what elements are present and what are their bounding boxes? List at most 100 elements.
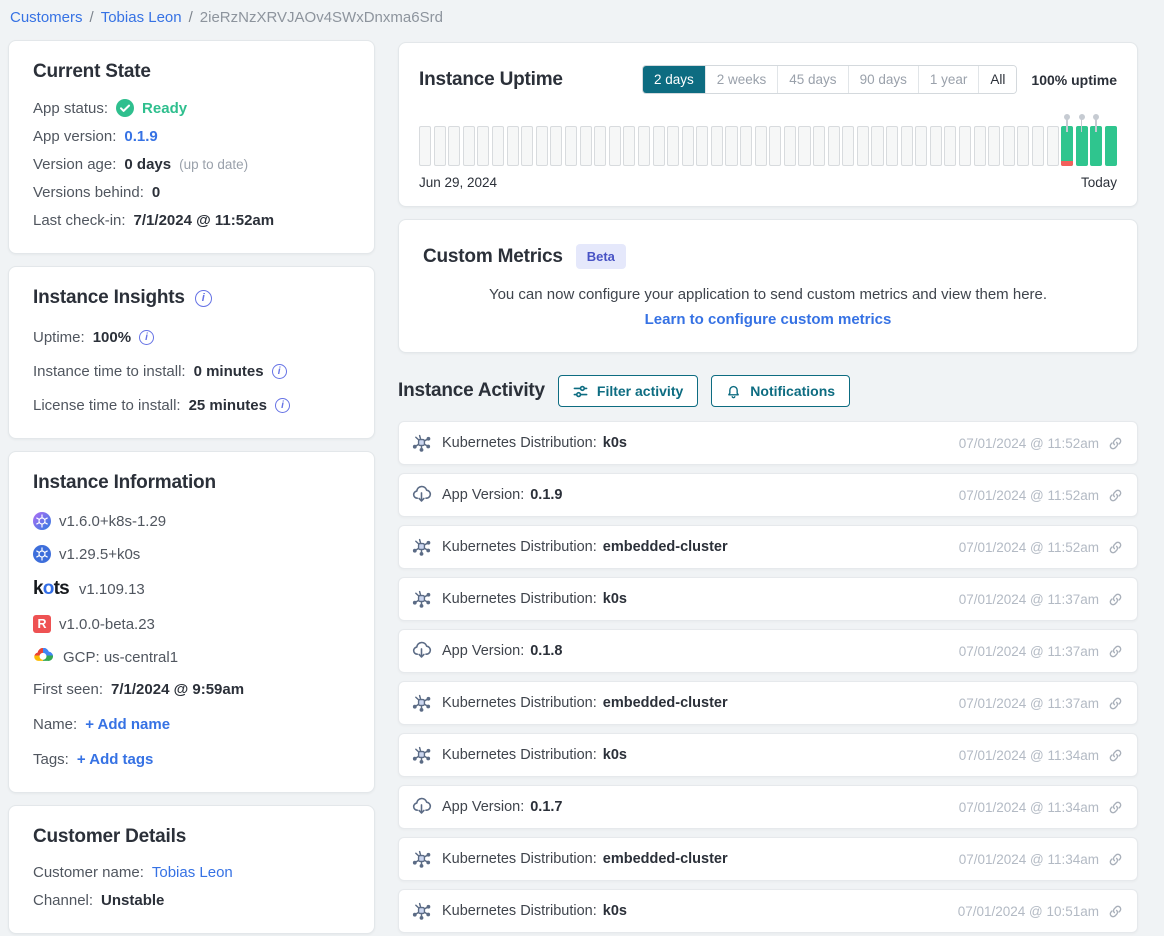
uptime-bar[interactable] bbox=[915, 126, 927, 166]
activity-row[interactable]: App Version: 0.1.9 07/01/2024 @ 11:52am bbox=[398, 473, 1138, 517]
app-status-label: App status: bbox=[33, 100, 108, 117]
uptime-bar[interactable] bbox=[638, 126, 650, 166]
add-tags-link[interactable]: + Add tags bbox=[77, 751, 154, 768]
permalink-icon[interactable] bbox=[1108, 852, 1123, 867]
last-checkin-label: Last check-in: bbox=[33, 212, 126, 229]
uptime-bar[interactable] bbox=[1105, 126, 1117, 166]
uptime-range-all[interactable]: All bbox=[978, 66, 1016, 93]
permalink-icon[interactable] bbox=[1108, 540, 1123, 555]
uptime-bar[interactable] bbox=[930, 126, 942, 166]
uptime-bar[interactable] bbox=[740, 126, 752, 166]
activity-list: Kubernetes Distribution: k0s 07/01/2024 … bbox=[398, 421, 1138, 933]
uptime-bar[interactable] bbox=[1003, 126, 1015, 166]
uptime-bar[interactable] bbox=[594, 126, 606, 166]
permalink-icon[interactable] bbox=[1108, 904, 1123, 919]
permalink-icon[interactable] bbox=[1108, 800, 1123, 815]
uptime-bar[interactable] bbox=[901, 126, 913, 166]
uptime-bar[interactable] bbox=[1061, 126, 1073, 166]
uptime-bar[interactable] bbox=[521, 126, 533, 166]
uptime-bar[interactable] bbox=[477, 126, 489, 166]
uptime-bar[interactable] bbox=[828, 126, 840, 166]
uptime-bar[interactable] bbox=[1076, 126, 1088, 166]
uptime-marker-icon bbox=[1093, 114, 1099, 120]
uptime-bar[interactable] bbox=[974, 126, 986, 166]
filter-activity-button[interactable]: Filter activity bbox=[558, 375, 698, 407]
app-version-link[interactable]: 0.1.9 bbox=[124, 128, 157, 145]
uptime-bar[interactable] bbox=[798, 126, 810, 166]
permalink-icon[interactable] bbox=[1108, 748, 1123, 763]
uptime-bar[interactable] bbox=[842, 126, 854, 166]
activity-row[interactable]: Kubernetes Distribution: k0s 07/01/2024 … bbox=[398, 733, 1138, 777]
uptime-bar[interactable] bbox=[609, 126, 621, 166]
instance-insights-title: Instance Insights bbox=[33, 287, 185, 309]
uptime-range-45-days[interactable]: 45 days bbox=[777, 66, 847, 93]
info-icon[interactable] bbox=[275, 398, 290, 413]
notifications-button[interactable]: Notifications bbox=[711, 375, 850, 407]
permalink-icon[interactable] bbox=[1108, 488, 1123, 503]
uptime-bar[interactable] bbox=[1032, 126, 1044, 166]
info-icon[interactable] bbox=[272, 364, 287, 379]
instance-insights-card: Instance Insights Uptime: 100% Instance … bbox=[8, 266, 375, 439]
uptime-bar[interactable] bbox=[682, 126, 694, 166]
activity-row[interactable]: Kubernetes Distribution: embedded-cluste… bbox=[398, 837, 1138, 881]
activity-row[interactable]: Kubernetes Distribution: embedded-cluste… bbox=[398, 525, 1138, 569]
instance-uptime-card: Instance Uptime 2 days2 weeks45 days90 d… bbox=[398, 42, 1138, 207]
permalink-icon[interactable] bbox=[1108, 592, 1123, 607]
embedded-cluster-version: v1.6.0+k8s-1.29 bbox=[59, 513, 166, 530]
uptime-bar[interactable] bbox=[711, 126, 723, 166]
uptime-bar[interactable] bbox=[1047, 126, 1059, 166]
uptime-bar[interactable] bbox=[536, 126, 548, 166]
permalink-icon[interactable] bbox=[1108, 436, 1123, 451]
uptime-bar[interactable] bbox=[653, 126, 665, 166]
activity-value: 0.1.9 bbox=[530, 487, 562, 503]
uptime-bar[interactable] bbox=[988, 126, 1000, 166]
uptime-range-1-year[interactable]: 1 year bbox=[918, 66, 979, 93]
uptime-bar[interactable] bbox=[565, 126, 577, 166]
uptime-bar[interactable] bbox=[696, 126, 708, 166]
customer-name-link[interactable]: Tobias Leon bbox=[152, 864, 233, 881]
add-name-link[interactable]: + Add name bbox=[85, 716, 170, 733]
activity-row[interactable]: Kubernetes Distribution: k0s 07/01/2024 … bbox=[398, 421, 1138, 465]
permalink-icon[interactable] bbox=[1108, 696, 1123, 711]
uptime-bar[interactable] bbox=[755, 126, 767, 166]
uptime-bar[interactable] bbox=[784, 126, 796, 166]
uptime-bar[interactable] bbox=[857, 126, 869, 166]
uptime-range-90-days[interactable]: 90 days bbox=[848, 66, 918, 93]
uptime-marker-icon bbox=[1064, 114, 1070, 120]
uptime-bar[interactable] bbox=[871, 126, 883, 166]
activity-row[interactable]: Kubernetes Distribution: k0s 07/01/2024 … bbox=[398, 889, 1138, 933]
first-seen-value: 7/1/2024 @ 9:59am bbox=[111, 681, 244, 698]
uptime-bar[interactable] bbox=[463, 126, 475, 166]
uptime-bar[interactable] bbox=[1090, 126, 1102, 166]
activity-row[interactable]: Kubernetes Distribution: embedded-cluste… bbox=[398, 681, 1138, 725]
uptime-bar[interactable] bbox=[959, 126, 971, 166]
uptime-bar[interactable] bbox=[1017, 126, 1029, 166]
permalink-icon[interactable] bbox=[1108, 644, 1123, 659]
info-icon[interactable] bbox=[139, 330, 154, 345]
uptime-range-2-days[interactable]: 2 days bbox=[643, 66, 705, 93]
uptime-bar[interactable] bbox=[725, 126, 737, 166]
uptime-bar[interactable] bbox=[886, 126, 898, 166]
uptime-range-2-weeks[interactable]: 2 weeks bbox=[705, 66, 778, 93]
uptime-bar[interactable] bbox=[492, 126, 504, 166]
activity-row[interactable]: App Version: 0.1.8 07/01/2024 @ 11:37am bbox=[398, 629, 1138, 673]
uptime-bar[interactable] bbox=[944, 126, 956, 166]
uptime-bar[interactable] bbox=[813, 126, 825, 166]
uptime-bar[interactable] bbox=[550, 126, 562, 166]
activity-row[interactable]: Kubernetes Distribution: k0s 07/01/2024 … bbox=[398, 577, 1138, 621]
uptime-bar[interactable] bbox=[580, 126, 592, 166]
uptime-bar[interactable] bbox=[667, 126, 679, 166]
uptime-bar[interactable] bbox=[419, 126, 431, 166]
uptime-bar[interactable] bbox=[434, 126, 446, 166]
info-icon[interactable] bbox=[195, 290, 212, 307]
activity-row[interactable]: App Version: 0.1.7 07/01/2024 @ 11:34am bbox=[398, 785, 1138, 829]
uptime-bar[interactable] bbox=[448, 126, 460, 166]
activity-label: Kubernetes Distribution: bbox=[442, 539, 597, 555]
cloud-download-icon bbox=[411, 484, 433, 506]
breadcrumb-customers-link[interactable]: Customers bbox=[10, 9, 83, 26]
uptime-bar[interactable] bbox=[623, 126, 635, 166]
breadcrumb-customer-name-link[interactable]: Tobias Leon bbox=[101, 9, 182, 26]
uptime-bar[interactable] bbox=[769, 126, 781, 166]
configure-metrics-link[interactable]: Learn to configure custom metrics bbox=[423, 311, 1113, 328]
uptime-bar[interactable] bbox=[507, 126, 519, 166]
